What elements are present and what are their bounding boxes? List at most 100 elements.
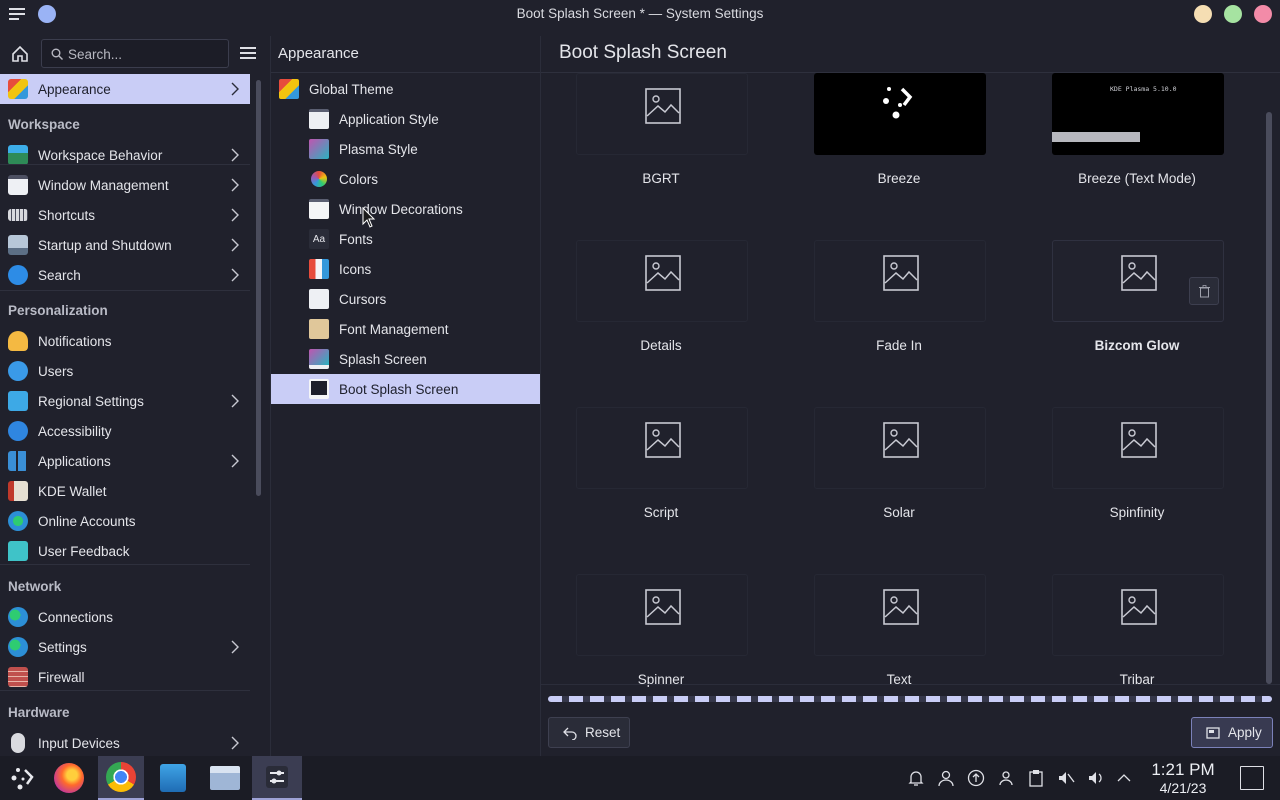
sidebar-item-accessibility[interactable]: Accessibility [0,416,250,446]
chevron-up-icon[interactable] [1114,768,1134,788]
sidebar-item-notifications[interactable]: Notifications [0,326,250,356]
clock-time[interactable]: 1:21 PM [1140,760,1226,780]
subnav-item-colors[interactable]: Colors [271,164,540,194]
theme-label: Breeze (Text Mode) [1078,171,1196,186]
theme-tile-bizcom-glow[interactable]: Bizcom Glow [1037,240,1237,400]
taskbar-discover[interactable] [150,756,196,800]
subnav-item-label: Splash Screen [339,351,427,367]
taskbar-dolphin[interactable] [202,756,248,800]
minimize-button[interactable] [1194,5,1212,23]
bell-icon [8,331,28,351]
theme-tile-spinfinity[interactable]: Spinfinity [1037,407,1237,567]
sidebar-item-online-accounts[interactable]: Online Accounts [0,506,250,536]
theme-tile-bgrt[interactable]: BGRT [561,73,761,233]
updates-tray-icon[interactable] [966,768,986,788]
subnav-item-font-management[interactable]: Font Management [271,314,540,344]
theme-preview [576,73,748,155]
sidebar-item-applications[interactable]: Applications [0,446,250,476]
globe-settings-icon [8,637,28,657]
sidebar-item-workspace-behavior[interactable]: Workspace Behavior [0,140,250,170]
divider [0,164,250,165]
image-placeholder-icon [883,422,919,458]
kdeconnect-tray-icon[interactable] [996,768,1016,788]
subnav-item-application-style[interactable]: Application Style [271,104,540,134]
global-theme-icon [279,79,299,99]
apply-button[interactable]: Apply [1191,717,1273,748]
subnav-item-label: Font Management [339,321,449,337]
subnav-item-plasma-style[interactable]: Plasma Style [271,134,540,164]
workspace-behavior-icon [8,145,28,165]
show-desktop-button[interactable] [1240,766,1264,790]
clock-date[interactable]: 4/21/23 [1140,780,1226,796]
notifications-tray-icon[interactable] [906,768,926,788]
image-placeholder-icon [1121,422,1157,458]
search-input[interactable]: Search... [41,39,229,68]
subnav-item-label: Window Decorations [339,201,463,217]
maximize-button[interactable] [1224,5,1242,23]
reset-button[interactable]: Reset [548,717,630,748]
sidebar-scrollbar[interactable] [256,80,261,496]
sidebar-item-user-feedback[interactable]: User Feedback [0,536,250,566]
clipboard-tray-icon[interactable] [1026,768,1046,788]
subnav-item-label: Colors [339,171,379,187]
sidebar-item-label: Regional Settings [38,393,144,409]
subnav-item-boot-splash-screen[interactable]: Boot Splash Screen [271,374,540,404]
subnav-title: Appearance [278,45,359,62]
subnav-item-splash-screen[interactable]: Splash Screen [271,344,540,374]
audio-muted-tray-icon[interactable] [1056,768,1076,788]
theme-preview [1052,574,1224,656]
chrome-icon [106,762,136,792]
taskbar-chrome[interactable] [98,756,144,800]
image-placeholder-icon [645,589,681,625]
globe-icon [8,607,28,627]
firewall-icon [8,667,28,687]
theme-tile-breeze[interactable]: Breeze [799,73,999,233]
sidebar-item-window-management[interactable]: Window Management [0,170,250,200]
user-tray-icon[interactable] [936,768,956,788]
theme-tile-solar[interactable]: Solar [799,407,999,567]
subnav-item-fonts[interactable]: Aa Fonts [271,224,540,254]
volume-tray-icon[interactable] [1086,768,1106,788]
subnav-item-cursors[interactable]: Cursors [271,284,540,314]
hamburger-menu-icon[interactable] [240,46,256,60]
sidebar-item-appearance[interactable]: Appearance [0,74,250,104]
subnav-item-global-theme[interactable]: Global Theme [271,74,540,104]
startup-icon [8,235,28,255]
application-launcher[interactable] [0,756,46,800]
sidebar-item-kde-wallet[interactable]: KDE Wallet [0,476,250,506]
content-scrollbar[interactable] [1266,112,1272,684]
theme-tile-fade-in[interactable]: Fade In [799,240,999,400]
chevron-right-icon [231,454,239,468]
sidebar-item-label: Accessibility [38,423,112,439]
sidebar-item-connections[interactable]: Connections [0,602,250,632]
delete-theme-button[interactable] [1189,277,1219,305]
sidebar-item-firewall[interactable]: Firewall [0,662,250,692]
launcher-icon [11,768,34,790]
theme-tile-details[interactable]: Details [561,240,761,400]
sidebar-item-label: Users [38,363,74,379]
sidebar-item-network-settings[interactable]: Settings [0,632,250,662]
subnav-item-label: Icons [339,261,372,277]
subnav-item-icons[interactable]: Icons [271,254,540,284]
theme-label: Bizcom Glow [1094,338,1180,353]
home-icon[interactable] [10,44,30,64]
close-button[interactable] [1254,5,1272,23]
sidebar-item-label: Input Devices [38,735,120,751]
theme-tile-script[interactable]: Script [561,407,761,567]
sidebar-item-input-devices[interactable]: Input Devices [0,728,250,758]
theme-tile-breeze-text-mode[interactable]: KDE Plasma 5.10.0 Breeze (Text Mode) [1037,73,1237,233]
subnav-item-window-decorations[interactable]: Window Decorations [271,194,540,224]
sidebar-item-regional-settings[interactable]: Regional Settings [0,386,250,416]
sidebar-item-users[interactable]: Users [0,356,250,386]
taskbar-system-settings[interactable] [252,756,302,800]
users-icon [8,361,28,381]
theme-label: BGRT [642,171,680,186]
sidebar-item-shortcuts[interactable]: Shortcuts [0,200,250,230]
undo-icon [563,727,577,740]
taskbar-firefox[interactable] [46,756,92,800]
chevron-right-icon [231,208,239,222]
sidebar-item-search[interactable]: Search [0,260,250,290]
sidebar-item-startup-shutdown[interactable]: Startup and Shutdown [0,230,250,260]
subnav-item-label: Cursors [339,291,387,307]
subnav-item-label: Application Style [339,111,439,127]
